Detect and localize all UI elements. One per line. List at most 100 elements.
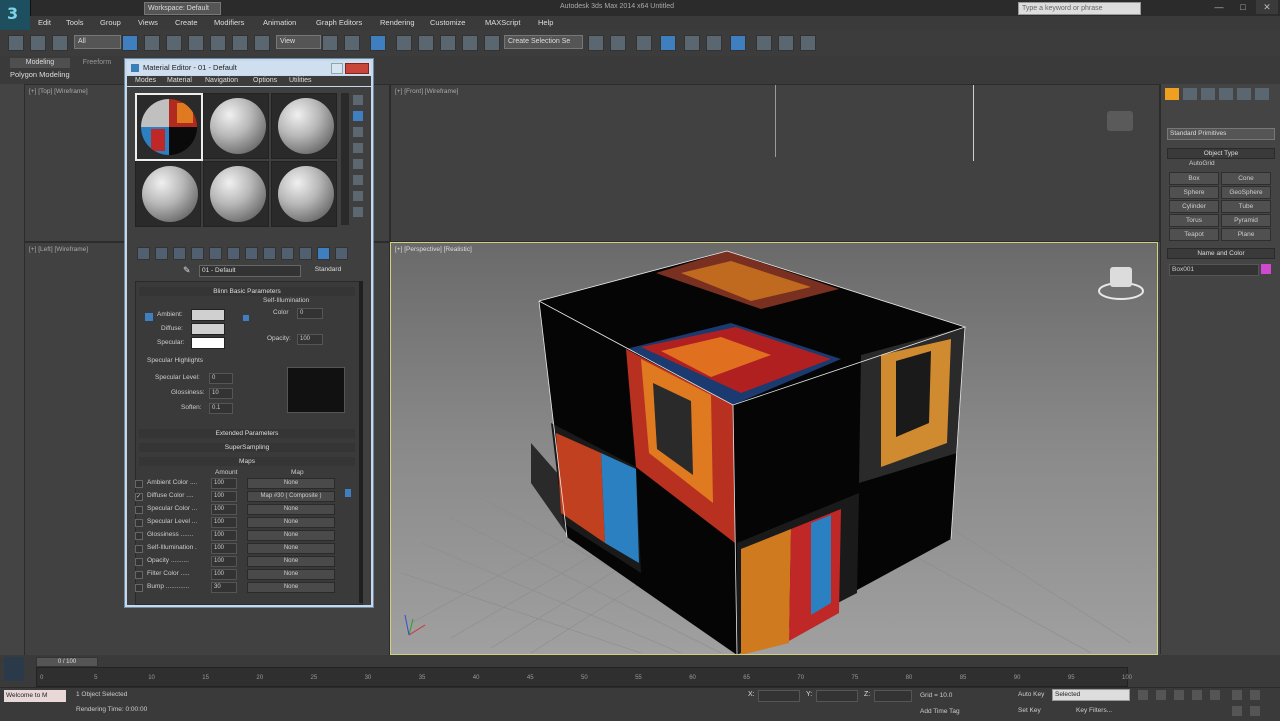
cone-button[interactable]: Cone xyxy=(1221,172,1271,185)
mat-menu-material[interactable]: Material xyxy=(167,77,192,84)
rotate-icon[interactable] xyxy=(232,35,248,51)
mat-minimize-button[interactable] xyxy=(331,63,343,74)
map-slot-button[interactable]: None xyxy=(247,530,335,541)
display-tab-icon[interactable] xyxy=(1237,88,1251,100)
map-amount-spinner[interactable]: 30 xyxy=(211,582,237,593)
show-map-in-viewport-icon[interactable] xyxy=(263,247,276,260)
select-by-material-icon[interactable] xyxy=(353,207,363,217)
material-slot[interactable] xyxy=(271,161,337,227)
material-name-input[interactable]: 01 - Default xyxy=(199,265,301,277)
go-to-parent-icon[interactable] xyxy=(299,247,312,260)
map-amount-spinner[interactable]: 100 xyxy=(211,517,237,528)
supersampling-rollout[interactable]: SuperSampling xyxy=(139,443,355,452)
mat-menu-options[interactable]: Options xyxy=(253,77,277,84)
rect-selection-icon[interactable] xyxy=(166,35,182,51)
map-lock-icon[interactable] xyxy=(345,489,351,497)
map-amount-spinner[interactable]: 100 xyxy=(211,543,237,554)
graphite-toggle-icon[interactable] xyxy=(660,35,676,51)
map-slot-button[interactable]: Map #30 ( Composite ) xyxy=(247,491,335,502)
cylinder-button[interactable]: Cylinder xyxy=(1169,200,1219,213)
menu-edit[interactable]: Edit xyxy=(38,18,51,27)
map-amount-spinner[interactable]: 100 xyxy=(211,530,237,541)
textured-cube[interactable] xyxy=(391,243,1157,654)
map-amount-spinner[interactable]: 100 xyxy=(211,504,237,515)
maps-rollout[interactable]: Maps xyxy=(139,457,355,466)
play-icon[interactable] xyxy=(1174,690,1184,700)
map-slot-button[interactable]: None xyxy=(247,517,335,528)
modify-tab-icon[interactable] xyxy=(1183,88,1197,100)
menu-help[interactable]: Help xyxy=(538,18,553,27)
menu-modifiers[interactable]: Modifiers xyxy=(214,18,244,27)
mat-close-button[interactable] xyxy=(345,63,369,74)
x-coord-input[interactable] xyxy=(758,690,800,702)
reset-map-icon[interactable] xyxy=(191,247,204,260)
map-enable-checkbox[interactable] xyxy=(135,584,143,592)
menu-create[interactable]: Create xyxy=(175,18,198,27)
material-id-channel-icon[interactable] xyxy=(245,247,258,260)
map-slot-button[interactable]: None xyxy=(247,582,335,593)
scale-icon[interactable] xyxy=(254,35,270,51)
ribbon-tab-modeling[interactable]: Modeling xyxy=(10,58,70,68)
material-slot[interactable] xyxy=(203,161,269,227)
angle-snap-icon[interactable] xyxy=(418,35,434,51)
zoom-icon[interactable] xyxy=(1232,690,1242,700)
background-icon[interactable] xyxy=(353,127,363,137)
ref-coord-dropdown[interactable]: View xyxy=(276,35,321,49)
specular-swatch[interactable] xyxy=(191,337,225,349)
goto-start-icon[interactable] xyxy=(1138,690,1148,700)
set-key-button[interactable]: Set Key xyxy=(1018,707,1041,714)
viewport-left-label[interactable]: [+] [Left] [Wireframe] xyxy=(29,246,88,253)
sphere-button[interactable]: Sphere xyxy=(1169,186,1219,199)
edit-named-sel-icon[interactable] xyxy=(484,35,500,51)
maxscript-listener[interactable]: Welcome to M xyxy=(4,690,66,702)
material-slot[interactable] xyxy=(271,93,337,159)
make-unique-icon[interactable] xyxy=(209,247,222,260)
material-map-navigator-icon[interactable] xyxy=(335,247,348,260)
mat-menu-navigation[interactable]: Navigation xyxy=(205,77,238,84)
menu-rendering[interactable]: Rendering xyxy=(380,18,415,27)
get-material-icon[interactable] xyxy=(137,247,150,260)
menu-views[interactable]: Views xyxy=(138,18,158,27)
menu-customize[interactable]: Customize xyxy=(430,18,465,27)
autogrid-checkbox[interactable]: AutoGrid xyxy=(1189,160,1215,167)
maximize-button[interactable]: □ xyxy=(1232,0,1254,14)
next-frame-icon[interactable] xyxy=(1192,690,1202,700)
key-filters-button[interactable]: Key Filters... xyxy=(1076,707,1112,714)
show-end-result-icon[interactable] xyxy=(281,247,294,260)
map-enable-checkbox[interactable] xyxy=(135,532,143,540)
ribbon-tab-freeform[interactable]: Freeform xyxy=(72,58,122,68)
backlight-icon[interactable] xyxy=(353,111,363,121)
properties-scrollbar[interactable] xyxy=(359,281,363,603)
menu-animation[interactable]: Animation xyxy=(263,18,296,27)
soften-spinner[interactable]: 0.1 xyxy=(209,403,233,414)
viewport-perspective[interactable]: [+] [Perspective] [Realistic] xyxy=(390,242,1158,655)
render-setup-icon[interactable] xyxy=(756,35,772,51)
diffuse-map-button[interactable] xyxy=(243,315,249,321)
select-by-name-icon[interactable] xyxy=(144,35,160,51)
schematic-view-icon[interactable] xyxy=(706,35,722,51)
auto-key-button[interactable]: Auto Key xyxy=(1018,691,1044,698)
polygon-modeling-label[interactable]: Polygon Modeling xyxy=(10,70,70,79)
torus-button[interactable]: Torus xyxy=(1169,214,1219,227)
map-slot-button[interactable]: None xyxy=(247,478,335,489)
object-type-rollout[interactable]: Object Type xyxy=(1167,148,1275,159)
bind-space-warp-icon[interactable] xyxy=(52,35,68,51)
make-preview-icon[interactable] xyxy=(353,175,363,185)
mirror-icon[interactable] xyxy=(588,35,604,51)
zoom-all-icon[interactable] xyxy=(1250,690,1260,700)
mat-menu-modes[interactable]: Modes xyxy=(135,77,156,84)
app-logo-icon[interactable]: 3 xyxy=(0,0,31,30)
slot-scrollbar[interactable] xyxy=(341,93,349,225)
ambient-swatch[interactable] xyxy=(191,309,225,321)
pan-icon[interactable] xyxy=(1232,706,1242,716)
create-tab-icon[interactable] xyxy=(1165,88,1179,100)
menu-tools[interactable]: Tools xyxy=(66,18,84,27)
opacity-spinner[interactable]: 100 xyxy=(297,334,323,345)
sample-type-icon[interactable] xyxy=(353,95,363,105)
map-enable-checkbox[interactable] xyxy=(135,545,143,553)
material-editor-icon[interactable] xyxy=(730,35,746,51)
move-icon[interactable] xyxy=(210,35,226,51)
viewport-front[interactable]: [+] [Front] [Wireframe] xyxy=(390,84,1160,242)
go-forward-sibling-icon[interactable] xyxy=(317,247,330,260)
pivot-center-icon[interactable] xyxy=(322,35,338,51)
